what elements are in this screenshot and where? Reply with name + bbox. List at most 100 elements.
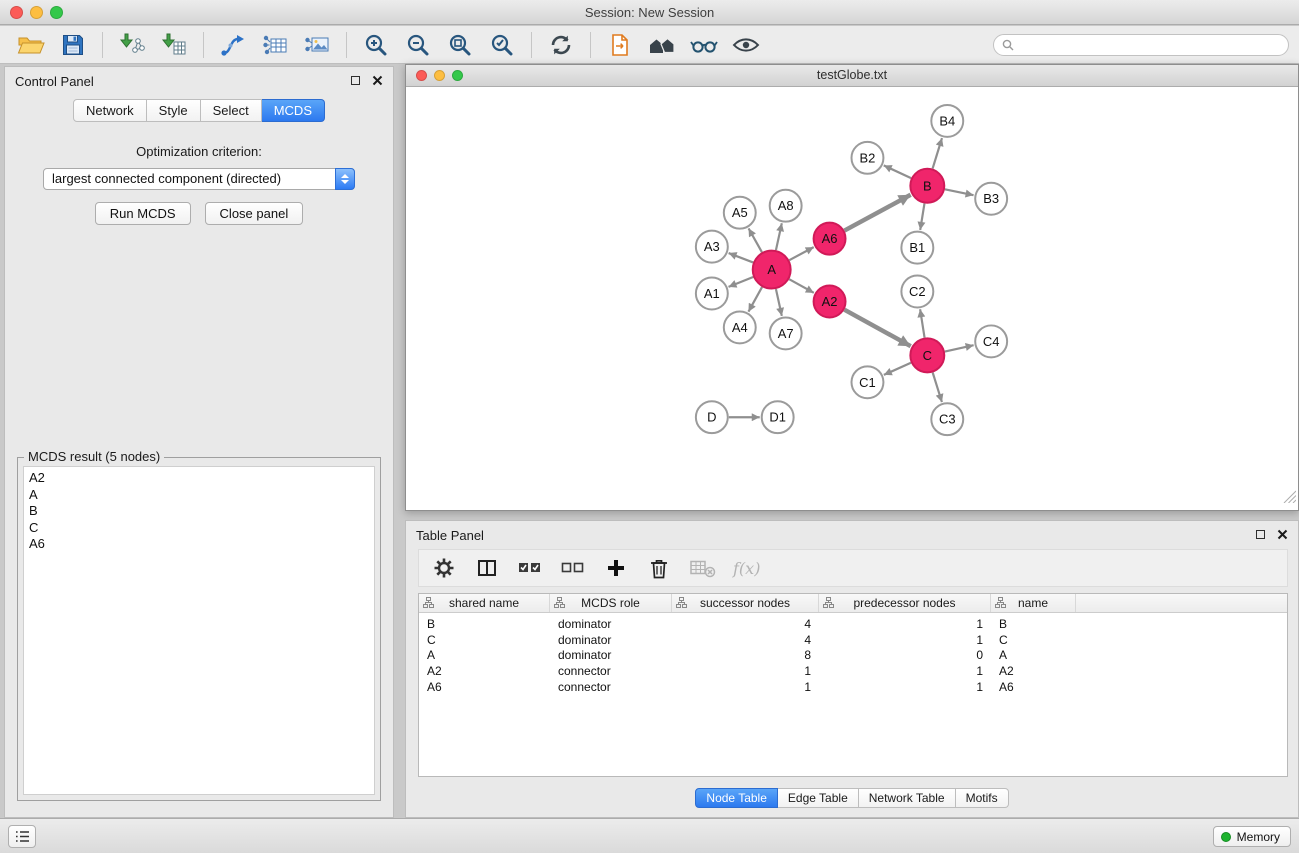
tab-style[interactable]: Style bbox=[147, 99, 201, 122]
zoom-out-icon[interactable] bbox=[397, 29, 439, 61]
cell-name[interactable]: A6 bbox=[991, 680, 1076, 694]
cell-successor-nodes[interactable]: 1 bbox=[672, 680, 819, 694]
minimize-window-button[interactable] bbox=[30, 6, 43, 19]
refresh-view-icon[interactable] bbox=[540, 29, 582, 61]
node-A2[interactable]: A2 bbox=[814, 286, 846, 318]
node-A6[interactable]: A6 bbox=[814, 223, 846, 255]
cell-successor-nodes[interactable]: 4 bbox=[672, 617, 819, 631]
network-canvas[interactable]: B4B2BB3A8A5A6A3B1AA1C2A2A4A7C4CC1C3DD1 bbox=[407, 88, 1297, 509]
cell-mcds-role[interactable]: connector bbox=[550, 680, 672, 694]
criterion-dropdown[interactable]: largest connected component (directed) bbox=[43, 168, 355, 190]
column-header-successor-nodes[interactable]: successor nodes bbox=[672, 594, 819, 612]
cell-shared-name[interactable]: A bbox=[419, 648, 550, 662]
run-mcds-button[interactable]: Run MCDS bbox=[95, 202, 191, 225]
edge-B-B3[interactable] bbox=[945, 189, 974, 195]
edge-A-A7[interactable] bbox=[776, 289, 782, 316]
edge-B-B4[interactable] bbox=[933, 138, 942, 169]
close-window-button[interactable] bbox=[10, 6, 23, 19]
cell-predecessor-nodes[interactable]: 1 bbox=[819, 617, 991, 631]
column-header-name[interactable]: name bbox=[991, 594, 1076, 612]
add-row-icon[interactable] bbox=[603, 554, 629, 582]
table-tab-edge-table[interactable]: Edge Table bbox=[778, 788, 859, 808]
cell-predecessor-nodes[interactable]: 1 bbox=[819, 633, 991, 647]
edge-B-B1[interactable] bbox=[920, 203, 924, 229]
glasses-icon[interactable] bbox=[683, 29, 725, 61]
node-B3[interactable]: B3 bbox=[975, 183, 1007, 215]
table-row[interactable]: A6connector11A6 bbox=[419, 679, 1287, 695]
node-C2[interactable]: C2 bbox=[901, 276, 933, 308]
table-row[interactable]: Adominator80A bbox=[419, 648, 1287, 664]
cell-shared-name[interactable]: C bbox=[419, 633, 550, 647]
float-panel-icon[interactable] bbox=[351, 76, 360, 85]
table-row[interactable]: A2connector11A2 bbox=[419, 663, 1287, 679]
table-row[interactable]: Cdominator41C bbox=[419, 632, 1287, 648]
cell-name[interactable]: A bbox=[991, 648, 1076, 662]
node-A1[interactable]: A1 bbox=[696, 278, 728, 310]
cell-mcds-role[interactable]: dominator bbox=[550, 648, 672, 662]
cell-predecessor-nodes[interactable]: 1 bbox=[819, 664, 991, 678]
network-minimize-button[interactable] bbox=[434, 70, 445, 81]
zoom-in-icon[interactable] bbox=[355, 29, 397, 61]
import-network-icon[interactable] bbox=[111, 29, 153, 61]
search-input[interactable] bbox=[993, 34, 1289, 56]
table-tab-motifs[interactable]: Motifs bbox=[956, 788, 1009, 808]
edge-C-C4[interactable] bbox=[945, 345, 974, 351]
table-tab-network-table[interactable]: Network Table bbox=[859, 788, 956, 808]
deselect-all-icon[interactable] bbox=[560, 554, 586, 582]
table-row[interactable]: Bdominator41B bbox=[419, 616, 1287, 632]
node-C4[interactable]: C4 bbox=[975, 325, 1007, 357]
maximize-window-button[interactable] bbox=[50, 6, 63, 19]
select-all-icon[interactable] bbox=[517, 554, 543, 582]
edge-C-C2[interactable] bbox=[920, 309, 924, 337]
settings-gear-icon[interactable] bbox=[431, 554, 457, 582]
network-window-titlebar[interactable]: testGlobe.txt bbox=[406, 65, 1298, 87]
tab-network[interactable]: Network bbox=[73, 99, 147, 122]
tab-select[interactable]: Select bbox=[201, 99, 262, 122]
cell-mcds-role[interactable]: connector bbox=[550, 664, 672, 678]
edge-A-A2[interactable] bbox=[789, 279, 814, 293]
columns-icon[interactable] bbox=[474, 554, 500, 582]
node-B2[interactable]: B2 bbox=[852, 142, 884, 174]
open-file-icon[interactable] bbox=[10, 29, 52, 61]
close-panel-button[interactable]: Close panel bbox=[205, 202, 304, 225]
home-icon[interactable] bbox=[641, 29, 683, 61]
tab-mcds[interactable]: MCDS bbox=[262, 99, 325, 122]
edge-C-C1[interactable] bbox=[884, 363, 911, 375]
cell-successor-nodes[interactable]: 1 bbox=[672, 664, 819, 678]
new-network-icon[interactable] bbox=[212, 29, 254, 61]
close-panel-icon[interactable] bbox=[372, 75, 383, 86]
cell-name[interactable]: A2 bbox=[991, 664, 1076, 678]
node-D1[interactable]: D1 bbox=[762, 401, 794, 433]
edge-A2-C[interactable] bbox=[844, 310, 910, 347]
network-table-icon[interactable] bbox=[254, 29, 296, 61]
document-icon[interactable] bbox=[599, 29, 641, 61]
edge-A-A6[interactable] bbox=[789, 247, 813, 260]
cell-mcds-role[interactable]: dominator bbox=[550, 633, 672, 647]
node-B1[interactable]: B1 bbox=[901, 232, 933, 264]
save-session-icon[interactable] bbox=[52, 29, 94, 61]
task-history-button[interactable] bbox=[8, 825, 36, 848]
cell-shared-name[interactable]: A6 bbox=[419, 680, 550, 694]
import-table-icon[interactable] bbox=[153, 29, 195, 61]
edge-A-A8[interactable] bbox=[776, 223, 782, 250]
network-close-button[interactable] bbox=[416, 70, 427, 81]
node-D[interactable]: D bbox=[696, 401, 728, 433]
table-tab-node-table[interactable]: Node Table bbox=[695, 788, 778, 808]
edge-B-B2[interactable] bbox=[884, 165, 911, 178]
delete-row-icon[interactable] bbox=[646, 554, 672, 582]
export-image-icon[interactable] bbox=[296, 29, 338, 61]
float-table-panel-icon[interactable] bbox=[1256, 530, 1265, 539]
node-A5[interactable]: A5 bbox=[724, 197, 756, 229]
node-C[interactable]: C bbox=[910, 338, 944, 372]
node-A3[interactable]: A3 bbox=[696, 231, 728, 263]
edge-C-C3[interactable] bbox=[933, 373, 942, 403]
memory-button[interactable]: Memory bbox=[1213, 826, 1291, 847]
network-maximize-button[interactable] bbox=[452, 70, 463, 81]
node-A4[interactable]: A4 bbox=[724, 311, 756, 343]
column-header-shared-name[interactable]: shared name bbox=[419, 594, 550, 612]
cell-name[interactable]: B bbox=[991, 617, 1076, 631]
edge-A-A5[interactable] bbox=[749, 228, 762, 252]
cell-shared-name[interactable]: A2 bbox=[419, 664, 550, 678]
column-header-mcds-role[interactable]: MCDS role bbox=[550, 594, 672, 612]
cell-predecessor-nodes[interactable]: 1 bbox=[819, 680, 991, 694]
